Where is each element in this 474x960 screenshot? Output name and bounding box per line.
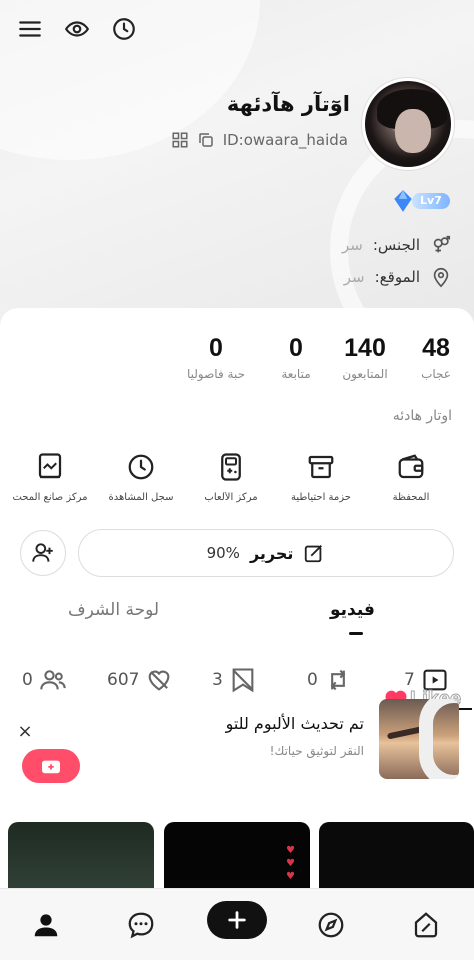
heart-icon: ♥ [286,871,295,882]
profile-id-row[interactable]: ID:owaara_haida [171,131,348,149]
gender-value: سر [342,236,363,254]
tool-games[interactable]: مركز الألعاب [186,452,276,503]
wallet-icon [398,454,424,479]
video-thumbnail[interactable] [319,822,474,888]
avatar[interactable] [362,78,454,170]
count-value: 0 [307,670,318,690]
heart-icon: ♥ [286,858,295,869]
stat-label: متابعة [281,367,311,381]
tool-backup[interactable]: حزمة احتياطية [276,452,366,503]
tool-label: مركز صانع المحت [12,492,88,503]
copy-icon[interactable] [197,131,215,149]
stat-label: المتابعون [342,367,388,381]
album-subtitle: النقر لتوثيق حياتك! [269,744,364,758]
stat-followers[interactable]: 140 المتابعون [330,334,400,381]
level-label: Lv7 [412,193,450,209]
count-value: 607 [107,670,140,690]
stat-label: عجاب [421,367,451,381]
chat-bubble-icon [128,912,154,939]
count-likes[interactable]: 607 [107,666,173,694]
count-groups[interactable]: 0 [22,666,67,694]
camera-plus-icon [42,760,60,774]
location-row: الموقع: سر [344,266,452,288]
stat-beans[interactable]: 0 حبة فاصوليا [176,334,256,381]
image-hidden-icon [232,668,254,693]
count-mentions[interactable]: 3 [212,666,257,694]
clock-icon [128,454,154,480]
profile-name: اوٓتآر هآدئهة [226,92,350,116]
add-user-icon [32,543,53,562]
home-icon [414,912,438,938]
gender-icon [433,235,451,253]
bottom-navigation [0,888,474,960]
tab-honor-board[interactable]: لوحة الشرف [68,600,159,620]
stat-number: 0 [289,334,303,362]
edit-profile-button[interactable]: 90% تحرير [78,529,454,577]
eye-icon[interactable] [62,14,92,44]
close-icon[interactable]: × [15,722,35,742]
nav-home[interactable] [406,905,446,945]
video-thumbnail[interactable] [8,822,154,888]
album-title[interactable]: تم تحديث الألبوم للتو [226,714,364,733]
heart-hidden-icon [149,670,170,691]
stat-likes[interactable]: 48 عجاب [410,334,462,381]
tool-creator-center[interactable]: مركز صانع المحت [6,452,94,503]
tool-label: المحفظة [392,492,430,503]
stat-number: 48 [422,334,450,362]
tool-watch-history[interactable]: سجل المشاهدة [96,452,186,503]
tool-label: سجل المشاهدة [108,492,174,503]
stat-following[interactable]: 0 متابعة [268,334,324,381]
stat-number: 0 [209,334,223,362]
stat-label: حبة فاصوليا [186,367,245,381]
profile-id: ID:owaara_haida [222,131,348,149]
tab-video[interactable]: فيديو [330,600,375,620]
history-clock-icon[interactable] [109,14,139,44]
location-label: الموقع: [374,268,420,286]
nav-explore[interactable] [311,905,351,945]
create-button[interactable] [207,901,267,939]
tool-label: حزمة احتياطية [291,492,351,503]
qr-code-icon[interactable] [171,131,189,149]
tool-label: مركز الألعاب [204,492,258,503]
edit-icon [305,545,323,563]
profile-icon [34,914,58,937]
profile-completion: 90% [206,544,240,562]
nav-profile[interactable] [26,905,66,945]
compass-icon [318,912,344,938]
count-value: 0 [22,670,33,690]
repost-icon [330,669,346,691]
album-camera-button[interactable] [22,749,80,783]
album-thumbnail[interactable] [379,699,459,779]
tool-wallet[interactable]: المحفظة [366,452,456,503]
stat-number: 140 [344,334,386,362]
menu-icon[interactable] [15,14,45,44]
location-value: سر [343,268,365,286]
chart-book-icon [38,453,62,479]
count-reposts[interactable]: 0 [307,666,352,694]
profile-card [0,308,474,888]
gender-row: الجنس: سر [342,234,452,256]
video-thumbnail[interactable]: ♥ ♥ ♥ [164,822,310,888]
box-icon [308,455,334,479]
edit-label: تحرير [249,543,294,563]
nav-messages[interactable] [121,905,161,945]
game-icon [221,453,241,481]
count-value: 3 [212,670,223,690]
gender-label: الجنس: [372,236,420,254]
level-badge[interactable]: Lv7 [390,189,450,213]
location-pin-icon [433,267,449,288]
plus-icon [228,911,246,929]
profile-bio: اوتار هادئه [392,408,452,424]
tab-indicator [349,632,363,635]
group-icon [40,670,66,690]
add-friend-button[interactable] [20,530,66,576]
heart-icon: ♥ [286,845,295,856]
